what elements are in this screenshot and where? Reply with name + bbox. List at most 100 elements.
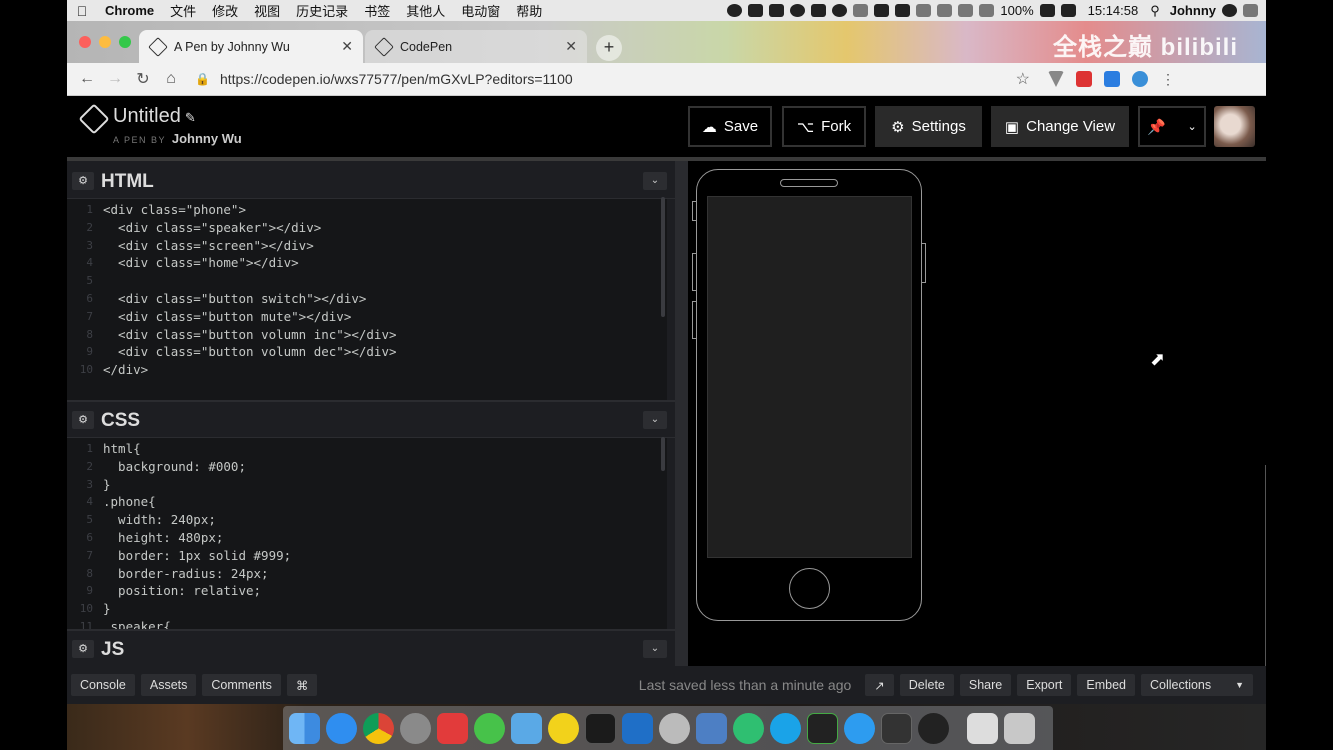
code-line[interactable]: 9 <div class="button volumn dec"></div> xyxy=(67,343,667,361)
wifi-icon[interactable] xyxy=(979,4,995,17)
change-view-button[interactable]: ▣ Change View xyxy=(991,106,1129,147)
code-line[interactable]: 2 background: #000; xyxy=(67,458,667,476)
menu-app-name[interactable]: Chrome xyxy=(97,3,162,18)
wechat-status-icon[interactable] xyxy=(769,4,785,17)
terminal-icon[interactable] xyxy=(585,712,616,744)
spotlight-search-icon[interactable]: ⚲ xyxy=(1150,3,1160,19)
code-text[interactable]: height: 480px; xyxy=(97,529,223,547)
bluetooth-icon[interactable] xyxy=(958,4,974,17)
code-line[interactable]: 11 .speaker{ xyxy=(67,618,667,629)
lock-icon[interactable]: 🔒 xyxy=(195,72,210,86)
code-text[interactable]: border-radius: 24px; xyxy=(97,565,269,583)
pen-title-text[interactable]: Untitled xyxy=(113,105,181,127)
html-settings-gear-icon[interactable]: ⚙ xyxy=(72,172,94,190)
code-editor-icon[interactable] xyxy=(881,712,912,744)
menu-history[interactable]: 历史记录 xyxy=(288,1,356,20)
code-line[interactable]: 4 <div class="home"></div> xyxy=(67,254,667,272)
zoom-window-button[interactable] xyxy=(119,36,131,48)
collections-dropdown[interactable]: Collections ▼ xyxy=(1141,674,1253,696)
embed-button[interactable]: Embed xyxy=(1077,674,1135,696)
code-text[interactable] xyxy=(97,272,103,290)
wechat-icon[interactable] xyxy=(474,712,505,744)
notification-bell-icon[interactable] xyxy=(790,4,806,17)
vscode-icon[interactable] xyxy=(622,712,653,744)
status-app-icon[interactable] xyxy=(727,4,743,17)
app-icon-green[interactable] xyxy=(733,712,764,744)
share-button[interactable]: Share xyxy=(959,674,1012,696)
forward-button[interactable]: → xyxy=(101,70,129,88)
code-text[interactable]: .phone{ xyxy=(97,493,156,511)
save-button[interactable]: ☁ Save xyxy=(688,106,772,147)
open-external-icon[interactable]: ↗ xyxy=(865,674,894,696)
css-editor-scrollbar[interactable] xyxy=(661,437,665,471)
code-line[interactable]: 8 border-radius: 24px; xyxy=(67,565,667,583)
editor-preview-resizer[interactable] xyxy=(675,161,688,666)
bookmark-star-icon[interactable]: ☆ xyxy=(1016,69,1030,89)
code-text[interactable]: <div class="phone"> xyxy=(97,201,246,219)
delete-button[interactable]: Delete xyxy=(899,674,954,696)
code-line[interactable]: 6 <div class="button switch"></div> xyxy=(67,290,667,308)
app-icon-blue[interactable] xyxy=(511,712,542,744)
code-line[interactable]: 5 xyxy=(67,272,667,290)
minimize-window-button[interactable] xyxy=(99,36,111,48)
user-name[interactable]: Johnny xyxy=(1170,3,1216,18)
codepen-logo-icon[interactable] xyxy=(78,103,110,135)
export-button[interactable]: Export xyxy=(1017,674,1072,696)
code-line[interactable]: 5 width: 240px; xyxy=(67,511,667,529)
code-text[interactable]: border: 1px solid #999; xyxy=(97,547,291,565)
back-button[interactable]: ← xyxy=(73,70,101,88)
code-text[interactable]: <div class="button volumn dec"></div> xyxy=(97,343,396,361)
system-preferences-icon[interactable] xyxy=(400,712,431,744)
siri-icon[interactable] xyxy=(1222,4,1237,17)
pin-menu-button[interactable]: 📌 ⌄ xyxy=(1138,106,1206,147)
xcode-icon[interactable] xyxy=(696,712,727,744)
input-source-icon[interactable] xyxy=(1060,4,1076,17)
code-line[interactable]: 1 html{ xyxy=(67,440,667,458)
close-window-button[interactable] xyxy=(79,36,91,48)
author-name[interactable]: Johnny Wu xyxy=(172,131,242,146)
activity-monitor-icon[interactable] xyxy=(807,712,838,744)
code-line[interactable]: 4 .phone{ xyxy=(67,493,667,511)
css-code-editor[interactable]: 1 html{2 background: #000; 3} 4 .phone{5 wid… xyxy=(67,438,667,629)
code-line[interactable]: 7 border: 1px solid #999; xyxy=(67,547,667,565)
code-line[interactable]: 10 </div> xyxy=(67,361,667,379)
keyboard-shortcuts-button[interactable]: ⌘ xyxy=(286,674,318,696)
url-text[interactable]: https://codepen.io/wxs77577/pen/mGXvLP?e… xyxy=(220,71,1016,87)
menu-bookmarks[interactable]: 书签 xyxy=(356,1,398,20)
code-line[interactable]: 3} xyxy=(67,476,667,494)
settings-button[interactable]: ⚙ Settings xyxy=(875,106,982,147)
fork-button[interactable]: ⌥ Fork xyxy=(782,106,866,147)
reload-button[interactable]: ↻ xyxy=(129,69,157,89)
code-text[interactable]: position: relative; xyxy=(97,582,261,600)
code-text[interactable]: <div class="speaker"></div> xyxy=(97,219,321,237)
finder-icon[interactable] xyxy=(289,712,320,744)
code-text[interactable]: <div class="button mute"></div> xyxy=(97,308,351,326)
assets-button[interactable]: Assets xyxy=(140,674,197,696)
status-app-icon-3[interactable] xyxy=(832,4,848,17)
status-app-icon-5[interactable] xyxy=(874,4,890,17)
code-text[interactable]: <div class="button volumn inc"></div> xyxy=(97,326,396,344)
vue-devtools-icon[interactable] xyxy=(1048,71,1064,87)
code-text[interactable]: <div class="button switch"></div> xyxy=(97,290,366,308)
tab-pen[interactable]: A Pen by Johnny Wu ✕ xyxy=(139,30,363,63)
html-editor-scrollbar[interactable] xyxy=(661,197,665,317)
status-app-icon-6[interactable] xyxy=(895,4,911,17)
clock[interactable]: 15:14:58 xyxy=(1088,3,1139,18)
code-text[interactable]: width: 240px; xyxy=(97,511,216,529)
css-settings-gear-icon[interactable]: ⚙ xyxy=(72,411,94,429)
chrome-menu-icon[interactable]: ⋮ xyxy=(1160,71,1176,87)
battery-icon[interactable] xyxy=(1039,4,1055,17)
apple-menu-icon[interactable]:  xyxy=(67,3,97,19)
status-app-icon-4[interactable] xyxy=(853,4,869,17)
console-button[interactable]: Console xyxy=(71,674,135,696)
photo-app-icon[interactable] xyxy=(659,712,690,744)
user-avatar[interactable] xyxy=(1214,106,1255,147)
notification-center-icon[interactable] xyxy=(1243,4,1258,17)
feedly-extension-icon[interactable] xyxy=(1076,71,1092,87)
code-line[interactable]: 3 <div class="screen"></div> xyxy=(67,237,667,255)
code-text[interactable]: <div class="screen"></div> xyxy=(97,237,314,255)
app-icon-red[interactable] xyxy=(437,712,468,744)
css-panel-menu-chevron-icon[interactable]: ⌄ xyxy=(643,411,667,429)
extension-icon[interactable] xyxy=(1132,71,1148,87)
chrome-icon[interactable] xyxy=(363,712,394,744)
